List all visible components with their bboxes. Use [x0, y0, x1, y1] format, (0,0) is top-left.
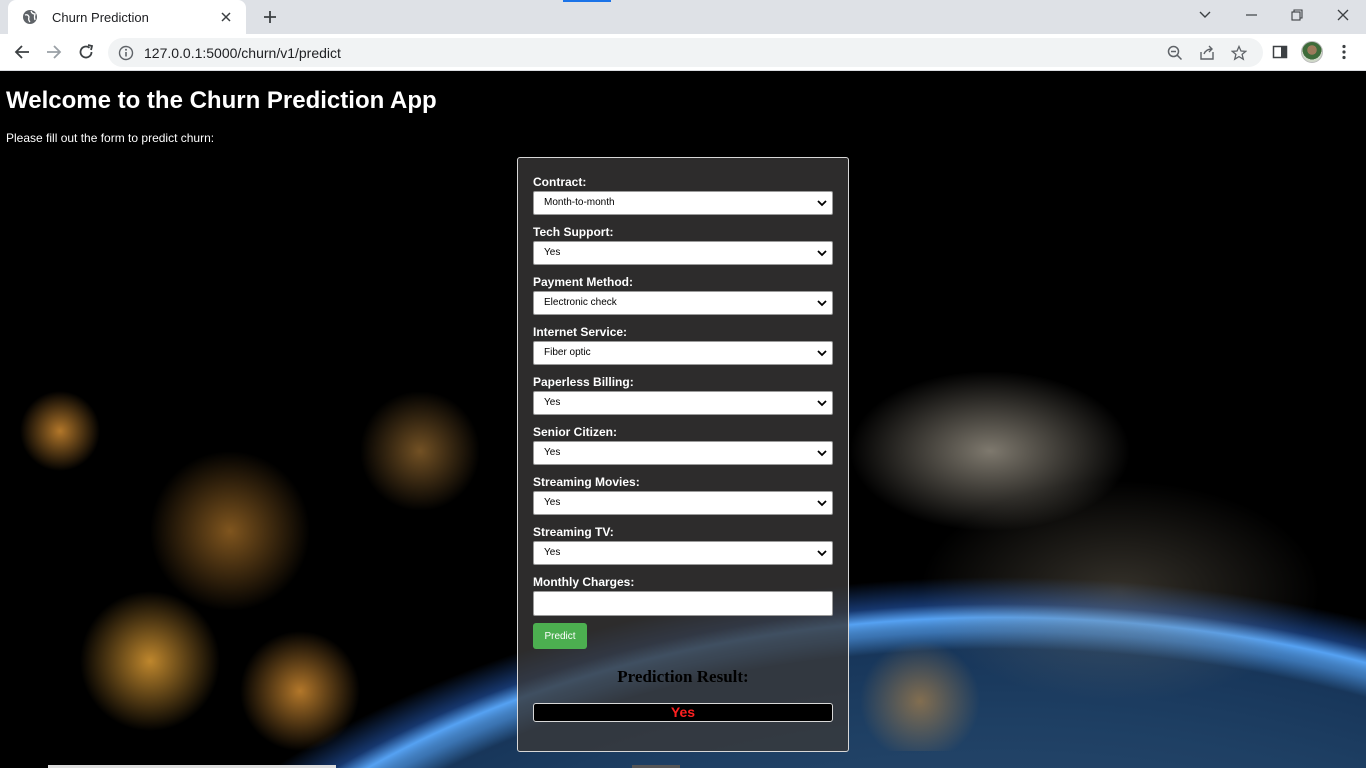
- zoom-icon[interactable]: [1164, 42, 1186, 64]
- paperless-billing-label: Paperless Billing:: [533, 375, 634, 389]
- tech-support-value: Yes: [544, 247, 561, 258]
- close-icon[interactable]: [216, 7, 236, 27]
- monthly-charges-label: Monthly Charges:: [533, 575, 635, 589]
- url-text: 127.0.0.1:5000/churn/v1/predict: [144, 44, 341, 61]
- contract-value: Month-to-month: [544, 197, 615, 208]
- chevron-down-icon: [817, 400, 827, 407]
- streaming-movies-label: Streaming Movies:: [533, 475, 640, 489]
- earth-background-lights: [0, 331, 520, 768]
- payment-method-select[interactable]: Electronic check: [533, 291, 833, 315]
- tech-support-label: Tech Support:: [533, 225, 614, 239]
- browser-tabstrip: Churn Prediction: [0, 0, 1366, 34]
- internet-service-label: Internet Service:: [533, 325, 628, 339]
- chevron-down-icon: [817, 500, 827, 507]
- prediction-result-value: Yes: [533, 703, 833, 722]
- predict-button[interactable]: Predict: [533, 623, 587, 649]
- address-bar[interactable]: 127.0.0.1:5000/churn/v1/predict: [108, 38, 1263, 67]
- info-icon[interactable]: [118, 45, 134, 61]
- chevron-down-icon[interactable]: [1182, 0, 1228, 30]
- plus-icon[interactable]: [258, 5, 282, 29]
- chevron-down-icon: [817, 550, 827, 557]
- tabstrip-accent: [563, 0, 611, 2]
- forward-arrow-icon[interactable]: [40, 38, 68, 66]
- streaming-movies-select[interactable]: Yes: [533, 491, 833, 515]
- monthly-charges-input[interactable]: [533, 591, 833, 616]
- profile-avatar[interactable]: [1301, 41, 1323, 63]
- paperless-billing-select[interactable]: Yes: [533, 391, 833, 415]
- chevron-down-icon: [817, 350, 827, 357]
- payment-method-value: Electronic check: [544, 297, 617, 308]
- senior-citizen-select[interactable]: Yes: [533, 441, 833, 465]
- chevron-down-icon: [817, 250, 827, 257]
- streaming-tv-label: Streaming TV:: [533, 525, 614, 539]
- chevron-down-icon: [817, 300, 827, 307]
- tech-support-select[interactable]: Yes: [533, 241, 833, 265]
- menu-dots-icon[interactable]: [1330, 38, 1358, 66]
- senior-citizen-label: Senior Citizen:: [533, 425, 618, 439]
- streaming-tv-select[interactable]: Yes: [533, 541, 833, 565]
- prediction-result-heading: Prediction Result:: [617, 667, 749, 686]
- page-content: Welcome to the Churn Prediction App Plea…: [0, 71, 1366, 768]
- prediction-form: Contract: Month-to-month Tech Support: Y…: [517, 157, 849, 752]
- browser-toolbar: 127.0.0.1:5000/churn/v1/predict: [0, 34, 1366, 71]
- page-title: Welcome to the Churn Prediction App: [6, 87, 437, 114]
- share-icon[interactable]: [1196, 42, 1218, 64]
- internet-service-select[interactable]: Fiber optic: [533, 341, 833, 365]
- contract-select[interactable]: Month-to-month: [533, 191, 833, 215]
- back-arrow-icon[interactable]: [8, 38, 36, 66]
- earth-background-clouds: [840, 371, 1340, 751]
- reload-icon[interactable]: [72, 38, 100, 66]
- chevron-down-icon: [817, 200, 827, 207]
- streaming-tv-value: Yes: [544, 547, 561, 558]
- side-panel-icon[interactable]: [1266, 38, 1294, 66]
- tab-title: Churn Prediction: [52, 9, 149, 25]
- restore-icon[interactable]: [1274, 0, 1320, 30]
- contract-label: Contract:: [533, 175, 587, 189]
- page-subtitle: Please fill out the form to predict chur…: [6, 131, 215, 145]
- browser-tab[interactable]: Churn Prediction: [8, 0, 246, 34]
- internet-service-value: Fiber optic: [544, 347, 591, 358]
- paperless-billing-value: Yes: [544, 397, 561, 408]
- senior-citizen-value: Yes: [544, 447, 561, 458]
- globe-icon: [22, 9, 38, 25]
- star-icon[interactable]: [1228, 42, 1250, 64]
- payment-method-label: Payment Method:: [533, 275, 634, 289]
- minimize-icon[interactable]: [1228, 0, 1274, 30]
- close-window-icon[interactable]: [1320, 0, 1366, 30]
- streaming-movies-value: Yes: [544, 497, 561, 508]
- chevron-down-icon: [817, 450, 827, 457]
